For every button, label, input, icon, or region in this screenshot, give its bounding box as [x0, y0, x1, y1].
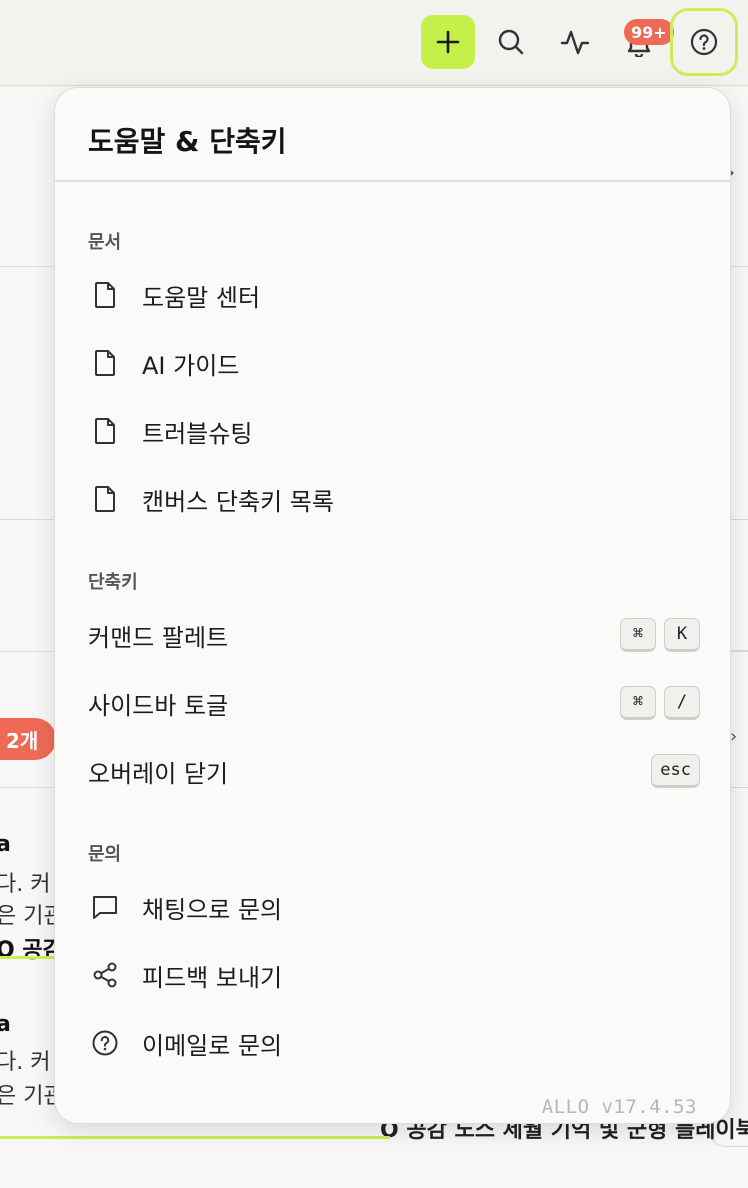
shortcut-close-overlay[interactable]: 오버레이 닫기 esc — [88, 746, 700, 796]
contact-item-chat[interactable]: 채팅으로 문의 — [88, 882, 700, 932]
shortcut-keys: ⌘ K — [620, 618, 700, 652]
version-label: ALLO v17.4.53 — [541, 1096, 697, 1118]
doc-item-label: AI 가이드 — [142, 351, 240, 380]
section-label-contact: 문의 — [88, 844, 122, 865]
help-shortcuts-popover: 도움말 & 단축키 문서 도움말 센터 AI 가이드 트러블슈팅 캔버스 단축키… — [54, 87, 731, 1124]
plus-icon — [436, 30, 460, 54]
doc-item-label: 트러블슈팅 — [142, 419, 253, 448]
key-cap: ⌘ — [620, 686, 656, 720]
background-text: a — [0, 1012, 11, 1037]
chevron-right-icon[interactable]: › — [730, 726, 737, 747]
key-cap: K — [664, 618, 700, 652]
section-label-docs: 문서 — [88, 232, 122, 253]
section-label-shortcuts: 단축키 — [88, 572, 138, 593]
popover-title: 도움말 & 단축키 — [88, 125, 287, 158]
help-button[interactable] — [670, 8, 738, 76]
doc-item-label: 캔버스 단축키 목록 — [142, 487, 334, 516]
document-icon — [88, 482, 122, 516]
contact-item-feedback[interactable]: 피드백 보내기 — [88, 950, 700, 1000]
chat-icon — [88, 890, 122, 924]
help-icon — [690, 28, 718, 56]
key-cap: esc — [651, 754, 700, 788]
shortcut-label: 사이드바 토글 — [88, 691, 229, 720]
shortcut-label: 오버레이 닫기 — [88, 759, 229, 788]
document-icon — [88, 346, 122, 380]
search-icon — [498, 29, 524, 55]
doc-item-canvas-shortcuts[interactable]: 캔버스 단축키 목록 — [88, 474, 700, 524]
add-button[interactable] — [421, 15, 475, 69]
help-circle-icon — [88, 1026, 122, 1060]
underline — [0, 956, 60, 959]
background-text: 다. 커 — [0, 872, 51, 897]
contact-item-email[interactable]: 이메일로 문의 — [88, 1018, 700, 1068]
contact-item-label: 채팅으로 문의 — [142, 895, 283, 924]
activity-icon — [560, 30, 590, 55]
search-button[interactable] — [484, 15, 538, 69]
contact-item-label: 이메일로 문의 — [142, 1031, 283, 1060]
document-icon — [88, 414, 122, 448]
document-icon — [88, 278, 122, 312]
count-badge: 2개 — [0, 718, 56, 760]
background-text: a — [0, 832, 11, 857]
doc-item-troubleshooting[interactable]: 트러블슈팅 — [88, 406, 700, 456]
activity-button[interactable] — [548, 15, 602, 69]
shortcut-keys: esc — [651, 754, 700, 788]
top-bar: 99+ — [0, 0, 748, 86]
divider — [55, 180, 730, 182]
doc-item-ai-guide[interactable]: AI 가이드 — [88, 338, 700, 388]
shortcut-command-palette[interactable]: 커맨드 팔레트 ⌘ K — [88, 610, 700, 660]
background-text: 다. 커 — [0, 1050, 51, 1075]
contact-item-label: 피드백 보내기 — [142, 963, 283, 992]
doc-item-help-center[interactable]: 도움말 센터 — [88, 270, 700, 320]
doc-item-label: 도움말 센터 — [142, 283, 261, 312]
key-cap: / — [664, 686, 700, 720]
notification-badge: 99+ — [624, 19, 674, 45]
shortcut-label: 커맨드 팔레트 — [88, 623, 229, 652]
key-cap: ⌘ — [620, 618, 656, 652]
shortcut-sidebar-toggle[interactable]: 사이드바 토글 ⌘ / — [88, 678, 700, 728]
shortcut-keys: ⌘ / — [620, 686, 700, 720]
share-icon — [88, 958, 122, 992]
underline — [0, 1136, 390, 1139]
